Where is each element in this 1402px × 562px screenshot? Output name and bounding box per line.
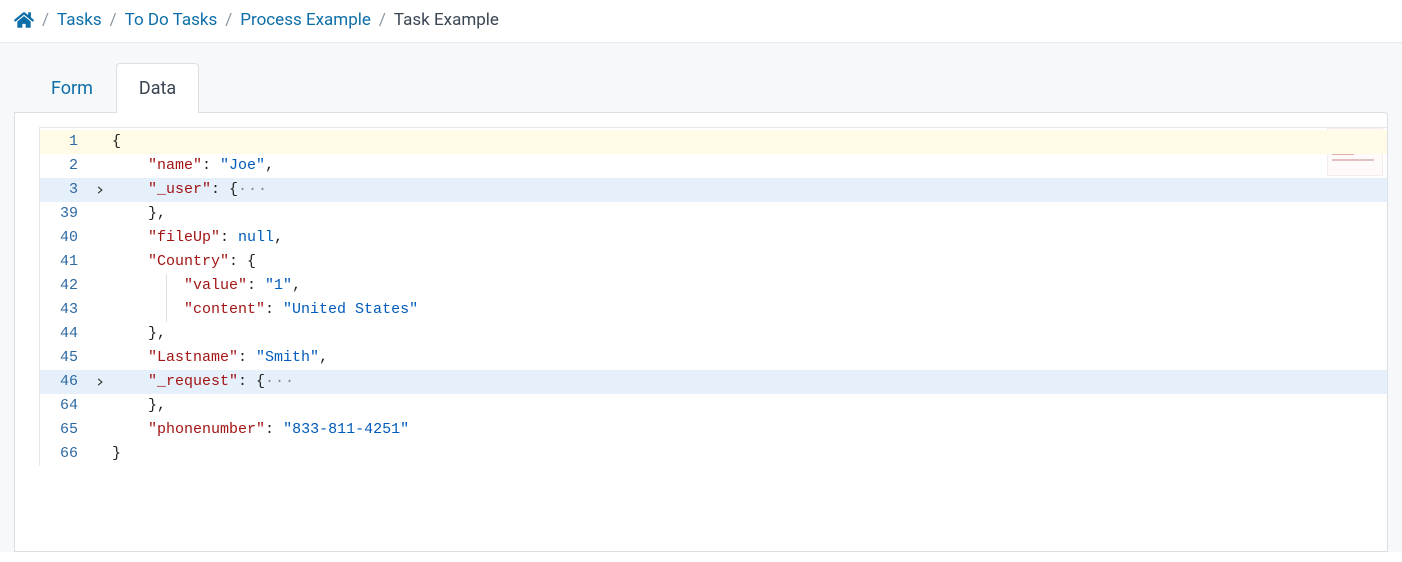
editor-fold-column [88,128,112,466]
tab-form[interactable]: Form [28,63,116,113]
fold-spacer [88,130,112,154]
fold-spacer [88,202,112,226]
line-number: 45 [40,346,78,370]
code-line[interactable]: "phonenumber": "833-811-4251" [112,418,1387,442]
fold-spacer [88,442,112,466]
line-number: 65 [40,418,78,442]
code-line[interactable]: { [112,130,1387,154]
line-number: 44 [40,322,78,346]
code-line[interactable]: "Lastname": "Smith", [112,346,1387,370]
line-number: 43 [40,298,78,322]
line-number: 64 [40,394,78,418]
code-line[interactable]: "content": "United States" [112,298,1387,322]
code-line[interactable]: }, [112,322,1387,346]
fold-spacer [88,274,112,298]
code-line[interactable]: "_request": {··· [112,370,1387,394]
breadcrumb-sep: / [379,10,386,30]
fold-spacer [88,394,112,418]
line-number: 40 [40,226,78,250]
breadcrumb: / Tasks / To Do Tasks / Process Example … [0,0,1402,43]
line-number: 41 [40,250,78,274]
code-line[interactable]: "value": "1", [112,274,1387,298]
home-icon[interactable] [14,10,34,30]
code-line[interactable]: "Country": { [112,250,1387,274]
line-number: 39 [40,202,78,226]
editor-code[interactable]: { "name": "Joe", "_user": {··· }, "fileU… [112,128,1387,466]
data-panel: 1233940414243444546646566 { "name": "Joe… [14,112,1388,552]
code-line[interactable]: } [112,442,1387,466]
fold-spacer [88,154,112,178]
breadcrumb-sep: / [42,10,49,30]
breadcrumb-link-todo[interactable]: To Do Tasks [125,10,218,30]
line-number: 3 [40,178,78,202]
code-line[interactable]: "fileUp": null, [112,226,1387,250]
fold-spacer [88,298,112,322]
fold-spacer [88,418,112,442]
editor-gutter: 1233940414243444546646566 [40,128,88,466]
fold-toggle-icon[interactable] [88,178,112,202]
tabs: Form Data [28,63,1388,113]
tab-data[interactable]: Data [116,63,199,113]
fold-spacer [88,250,112,274]
fold-spacer [88,226,112,250]
fold-spacer [88,346,112,370]
fold-spacer [88,322,112,346]
breadcrumb-link-process[interactable]: Process Example [240,10,371,30]
line-number: 46 [40,370,78,394]
line-number: 42 [40,274,78,298]
breadcrumb-sep: / [110,10,117,30]
breadcrumb-sep: / [225,10,232,30]
line-number: 2 [40,154,78,178]
code-line[interactable]: "_user": {··· [112,178,1387,202]
line-number: 66 [40,442,78,466]
breadcrumb-link-tasks[interactable]: Tasks [57,10,102,30]
code-line[interactable]: }, [112,394,1387,418]
json-editor[interactable]: 1233940414243444546646566 { "name": "Joe… [39,127,1387,466]
code-line[interactable]: "name": "Joe", [112,154,1387,178]
fold-toggle-icon[interactable] [88,370,112,394]
breadcrumb-current: Task Example [394,10,499,30]
code-line[interactable]: }, [112,202,1387,226]
line-number: 1 [40,130,78,154]
